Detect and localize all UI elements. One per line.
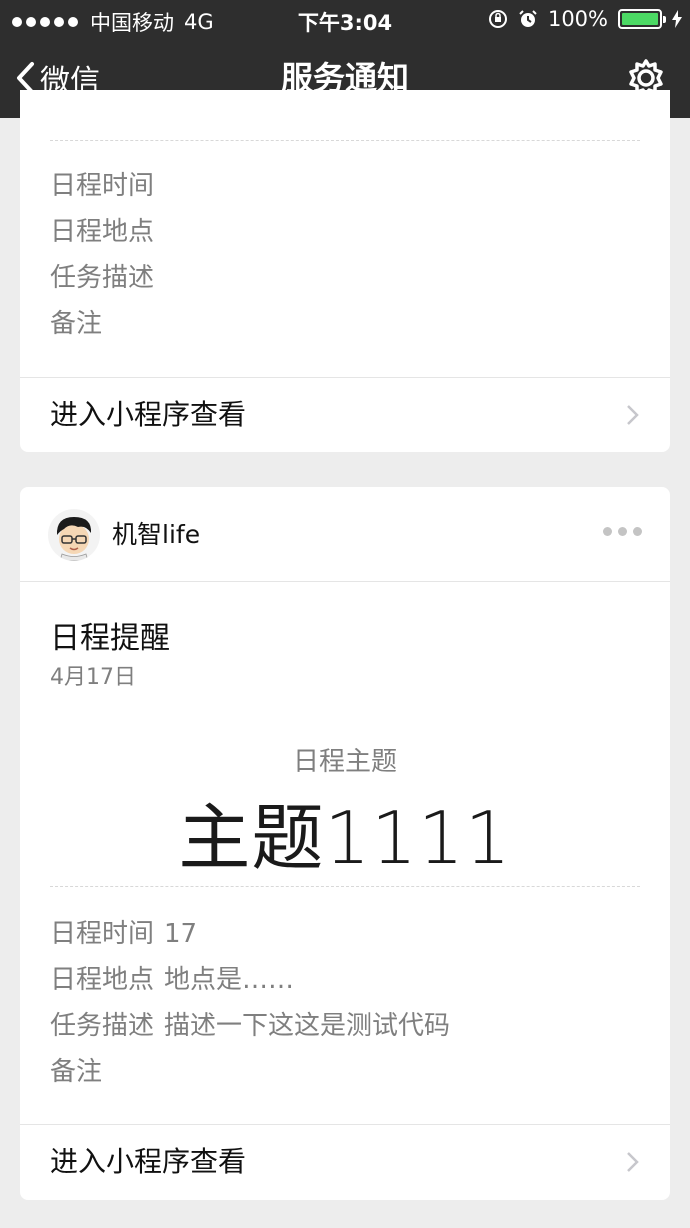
avatar[interactable] bbox=[48, 509, 100, 561]
chevron-right-icon bbox=[627, 405, 639, 425]
notification-card-previous: 日程时间 日程地点 任务描述 备注 进入小程序查看 bbox=[20, 90, 670, 452]
topic-value: 主题1111 bbox=[178, 796, 512, 880]
dashed-divider bbox=[50, 886, 640, 887]
dashed-divider bbox=[50, 140, 640, 141]
mini-program-name: 机智life bbox=[112, 520, 201, 549]
battery-percent: 100% bbox=[547, 7, 608, 31]
field-list: 日程时间 17 日程地点 地点是…… 任务描述 描述一下这这是测试代码 备注 bbox=[50, 911, 450, 1095]
field-task-description: 任务描述 描述一下这这是测试代码 bbox=[50, 1011, 451, 1041]
notification-card: 机智life 日程提醒 4月17日 日程主题 主题1111 日程时间 17 日程地… bbox=[20, 487, 670, 1200]
card-header: 机智life bbox=[20, 487, 670, 582]
field-schedule-location: 日程地点 bbox=[50, 217, 155, 247]
battery-icon bbox=[618, 9, 666, 29]
field-schedule-location: 日程地点 地点是…… bbox=[50, 965, 295, 995]
rotation-lock-icon bbox=[488, 10, 507, 28]
open-mini-program-label: 进入小程序查看 bbox=[50, 398, 247, 431]
avatar-face-icon bbox=[56, 517, 92, 561]
status-bar: 中国移动 4G 下午3:04 100% bbox=[0, 0, 690, 38]
field-schedule-time: 日程时间 bbox=[50, 171, 155, 201]
battery-fill bbox=[622, 13, 658, 25]
field-schedule-time: 日程时间 17 bbox=[50, 919, 198, 949]
message-title: 日程提醒 bbox=[50, 621, 170, 656]
field-remark: 备注 bbox=[50, 309, 103, 339]
status-right: 100% bbox=[488, 7, 682, 31]
alarm-icon bbox=[519, 10, 537, 27]
chevron-right-icon bbox=[627, 1152, 639, 1172]
field-task-description: 任务描述 bbox=[50, 263, 155, 293]
open-mini-program-button[interactable]: 进入小程序查看 bbox=[20, 377, 670, 453]
topic-label: 日程主题 bbox=[292, 747, 397, 777]
open-mini-program-label: 进入小程序查看 bbox=[50, 1145, 247, 1178]
charging-bolt-icon bbox=[672, 10, 682, 28]
open-mini-program-button[interactable]: 进入小程序查看 bbox=[20, 1124, 670, 1200]
more-options-button[interactable] bbox=[603, 527, 642, 536]
field-remark: 备注 bbox=[50, 1057, 103, 1087]
field-list: 日程时间 日程地点 任务描述 备注 bbox=[50, 163, 154, 347]
message-date: 4月17日 bbox=[50, 665, 136, 690]
